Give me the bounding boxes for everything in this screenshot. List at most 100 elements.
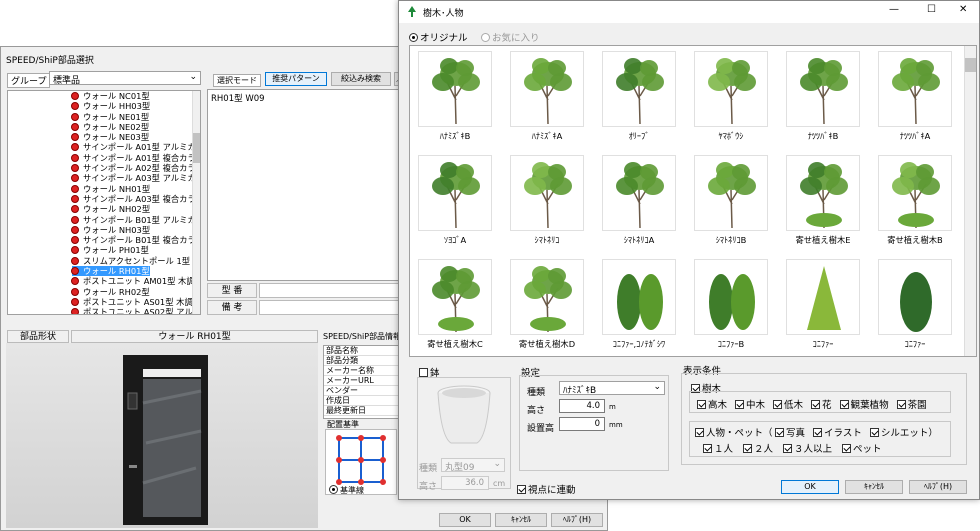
- tree-thumbnail[interactable]: ｼﾏﾄﾈﾘｺA: [598, 152, 680, 250]
- baseline-radio[interactable]: 基準線: [329, 485, 364, 496]
- radio-favorite-dot[interactable]: [481, 33, 490, 42]
- tree-item[interactable]: ポストユニット AS01型 木調カラ: [8, 297, 200, 307]
- tree-type-checkbox-check[interactable]: [839, 400, 849, 409]
- people-count-checkbox-check[interactable]: [842, 444, 852, 453]
- tree-thumbnail[interactable]: 寄せ植え樹木C: [414, 256, 496, 354]
- parts-tree[interactable]: ウォール NC01型 ウォール HH03型 ウォール NE01型 ウォール NE02型…: [7, 90, 201, 315]
- tree-item[interactable]: ウォール NC01型: [8, 91, 200, 101]
- tree-item[interactable]: ウォール PH01型: [8, 245, 200, 255]
- pot-check[interactable]: [419, 368, 428, 377]
- radio-original-dot[interactable]: [409, 33, 418, 42]
- pot-kind-select[interactable]: 丸型09 ⌄: [441, 458, 505, 472]
- tree-thumbnail[interactable]: ｼﾏﾄﾈﾘｺB: [690, 152, 772, 250]
- tree-item[interactable]: ウォール NH01型: [8, 184, 200, 194]
- group-select[interactable]: 標準品 ⌄: [49, 71, 201, 85]
- dialog-ok-button[interactable]: OK: [781, 480, 839, 494]
- tree-type-checkbox-check[interactable]: [896, 400, 906, 409]
- people-count-checkbox[interactable]: ３人以上: [783, 444, 832, 455]
- people-count-checkbox[interactable]: ２人: [743, 444, 773, 455]
- tree-type-checkbox-check[interactable]: [811, 400, 821, 409]
- tree-type-checkbox-check[interactable]: [697, 400, 706, 409]
- baseline-radio-dot[interactable]: [329, 485, 338, 494]
- tree-item[interactable]: ウォール NE01型: [8, 112, 200, 122]
- tree-thumbnail[interactable]: ﾊﾅﾐｽﾞｷA: [506, 48, 588, 146]
- tree-item[interactable]: ウォール NE03型: [8, 132, 200, 142]
- radio-favorite[interactable]: お気に入り: [481, 30, 540, 44]
- people-count-checkbox-check[interactable]: [743, 444, 753, 453]
- tree-item[interactable]: ウォール RH01型: [8, 266, 200, 277]
- pattern-item[interactable]: RH01型 W09: [208, 90, 404, 106]
- people-checkbox[interactable]: 人物・ペット（: [695, 425, 773, 439]
- tree-thumbnail[interactable]: ｼﾏﾄﾈﾘｺ: [506, 152, 588, 250]
- tree-thumbnail[interactable]: ｵﾘｰﾌﾞ: [598, 48, 680, 146]
- people-count-checkbox-check[interactable]: [783, 444, 793, 453]
- tab-recommended[interactable]: 推奨パターン: [265, 72, 327, 86]
- help-button[interactable]: ﾍﾙﾌﾟ(H): [551, 513, 603, 527]
- pot-height-input[interactable]: 36.0: [441, 476, 489, 490]
- tree-item[interactable]: ウォール NH03型: [8, 225, 200, 235]
- tree-item[interactable]: スリムアクセントポール 1型: [8, 256, 200, 266]
- tree-thumbnail[interactable]: ﾅﾂﾂﾊﾞｷA: [874, 48, 956, 146]
- people-type-checkbox[interactable]: イラスト: [813, 428, 862, 439]
- tree-type-checkbox[interactable]: 花: [811, 400, 832, 411]
- settings-offset-input[interactable]: 0: [559, 417, 605, 431]
- tree-item[interactable]: サインポール B01型 複合カラー: [8, 235, 200, 245]
- radio-original[interactable]: オリジナル: [409, 30, 468, 44]
- maximize-icon[interactable]: ☐: [927, 4, 936, 15]
- minimize-icon[interactable]: —: [889, 4, 899, 15]
- people-type-checkbox-check[interactable]: [869, 428, 879, 437]
- people-check[interactable]: [695, 428, 704, 437]
- tree-item[interactable]: ウォール RH02型: [8, 287, 200, 297]
- tree-item[interactable]: サインポール A01型 アルミカラ: [8, 142, 200, 152]
- people-type-checkbox-check[interactable]: [813, 428, 823, 437]
- people-type-checkbox-check[interactable]: [775, 428, 784, 437]
- tree-thumbnail[interactable]: ｺﾆﾌｧｰB: [690, 256, 772, 354]
- tree-type-checkbox-check[interactable]: [735, 400, 745, 409]
- tree-thumbnail[interactable]: ｺﾆﾌｧｰ: [874, 256, 956, 354]
- tree-thumbnail[interactable]: ﾅﾂﾂﾊﾞｷB: [782, 48, 864, 146]
- dialog-help-button[interactable]: ﾍﾙﾌﾟ(H): [909, 480, 967, 494]
- tree-item[interactable]: ポストユニット AS02型 アルミ木: [8, 307, 200, 314]
- people-type-checkbox[interactable]: 写真: [775, 428, 805, 439]
- pattern-list[interactable]: RH01型 W09: [207, 89, 405, 281]
- tree-thumbnail[interactable]: ｺﾆﾌｧｰ,ｺﾉﾃｶﾞｼﾜ: [598, 256, 680, 354]
- tree-gallery[interactable]: ﾊﾅﾐｽﾞｷB ﾊﾅﾐｽﾞｷA ｵﾘｰﾌﾞ ﾔﾏﾎﾞｳｼ ﾅﾂﾂﾊﾞｷB ﾅﾂﾂﾊﾞｷA ｿ…: [409, 45, 977, 357]
- tree-type-checkbox[interactable]: 茶園: [896, 400, 927, 411]
- tree-item[interactable]: ウォール NH02型: [8, 204, 200, 214]
- tree-thumbnail[interactable]: ﾊﾅﾐｽﾞｷB: [414, 48, 496, 146]
- people-count-checkbox-check[interactable]: [703, 444, 712, 453]
- settings-kind-select[interactable]: ﾊﾅﾐｽﾞｷB ⌄: [559, 381, 665, 395]
- tree-thumbnail[interactable]: 寄せ植え樹木D: [506, 256, 588, 354]
- tab-filter[interactable]: 絞込み検索: [331, 72, 391, 86]
- tree-item[interactable]: ウォール NE02型: [8, 122, 200, 132]
- tree-type-checkbox[interactable]: 観葉植物: [839, 400, 889, 411]
- follow-view-check[interactable]: [517, 485, 526, 494]
- tree-item[interactable]: サインポール A03型 複合カラー: [8, 194, 200, 204]
- people-count-checkbox[interactable]: ペット: [842, 444, 882, 455]
- tree-item[interactable]: ポストユニット AM01型 木調カラ: [8, 276, 200, 286]
- tree-item[interactable]: サインポール A03型 アルミカラ: [8, 173, 200, 183]
- tree-item[interactable]: ウォール HH03型: [8, 101, 200, 111]
- cancel-button[interactable]: ｷｬﾝｾﾙ: [495, 513, 547, 527]
- tree-item[interactable]: サインポール A02型 複合カラー: [8, 163, 200, 173]
- tree-thumbnail[interactable]: 寄せ植え樹木B: [874, 152, 956, 250]
- tree-type-checkbox[interactable]: 中木: [735, 400, 765, 411]
- dialog-cancel-button[interactable]: ｷｬﾝｾﾙ: [845, 480, 903, 494]
- follow-view-checkbox[interactable]: 視点に連動: [517, 482, 576, 496]
- tree-thumbnail[interactable]: 寄せ植え樹木E: [782, 152, 864, 250]
- tree-thumbnail[interactable]: ﾔﾏﾎﾞｳｼ: [690, 48, 772, 146]
- close-icon[interactable]: ✕: [959, 4, 967, 15]
- tree-thumbnail[interactable]: ｿﾖｺﾞA: [414, 152, 496, 250]
- tree-type-checkbox-check[interactable]: [773, 400, 783, 409]
- tree-item[interactable]: サインポール A01型 複合カラー: [8, 153, 200, 163]
- gallery-scrollbar[interactable]: [964, 46, 976, 356]
- settings-height-input[interactable]: 4.0: [559, 399, 605, 413]
- scroll-thumb[interactable]: [193, 133, 200, 163]
- tree-type-checkbox[interactable]: 高木: [697, 400, 727, 411]
- people-type-checkbox[interactable]: シルエット）: [869, 428, 938, 439]
- tree-thumbnail[interactable]: ｺﾆﾌｧｰ: [782, 256, 864, 354]
- tree-type-checkbox[interactable]: 低木: [773, 400, 803, 411]
- ok-button[interactable]: OK: [439, 513, 491, 527]
- tree-item[interactable]: サインポール B01型 アルミカラ: [8, 215, 200, 225]
- tree-scrollbar[interactable]: [192, 91, 200, 314]
